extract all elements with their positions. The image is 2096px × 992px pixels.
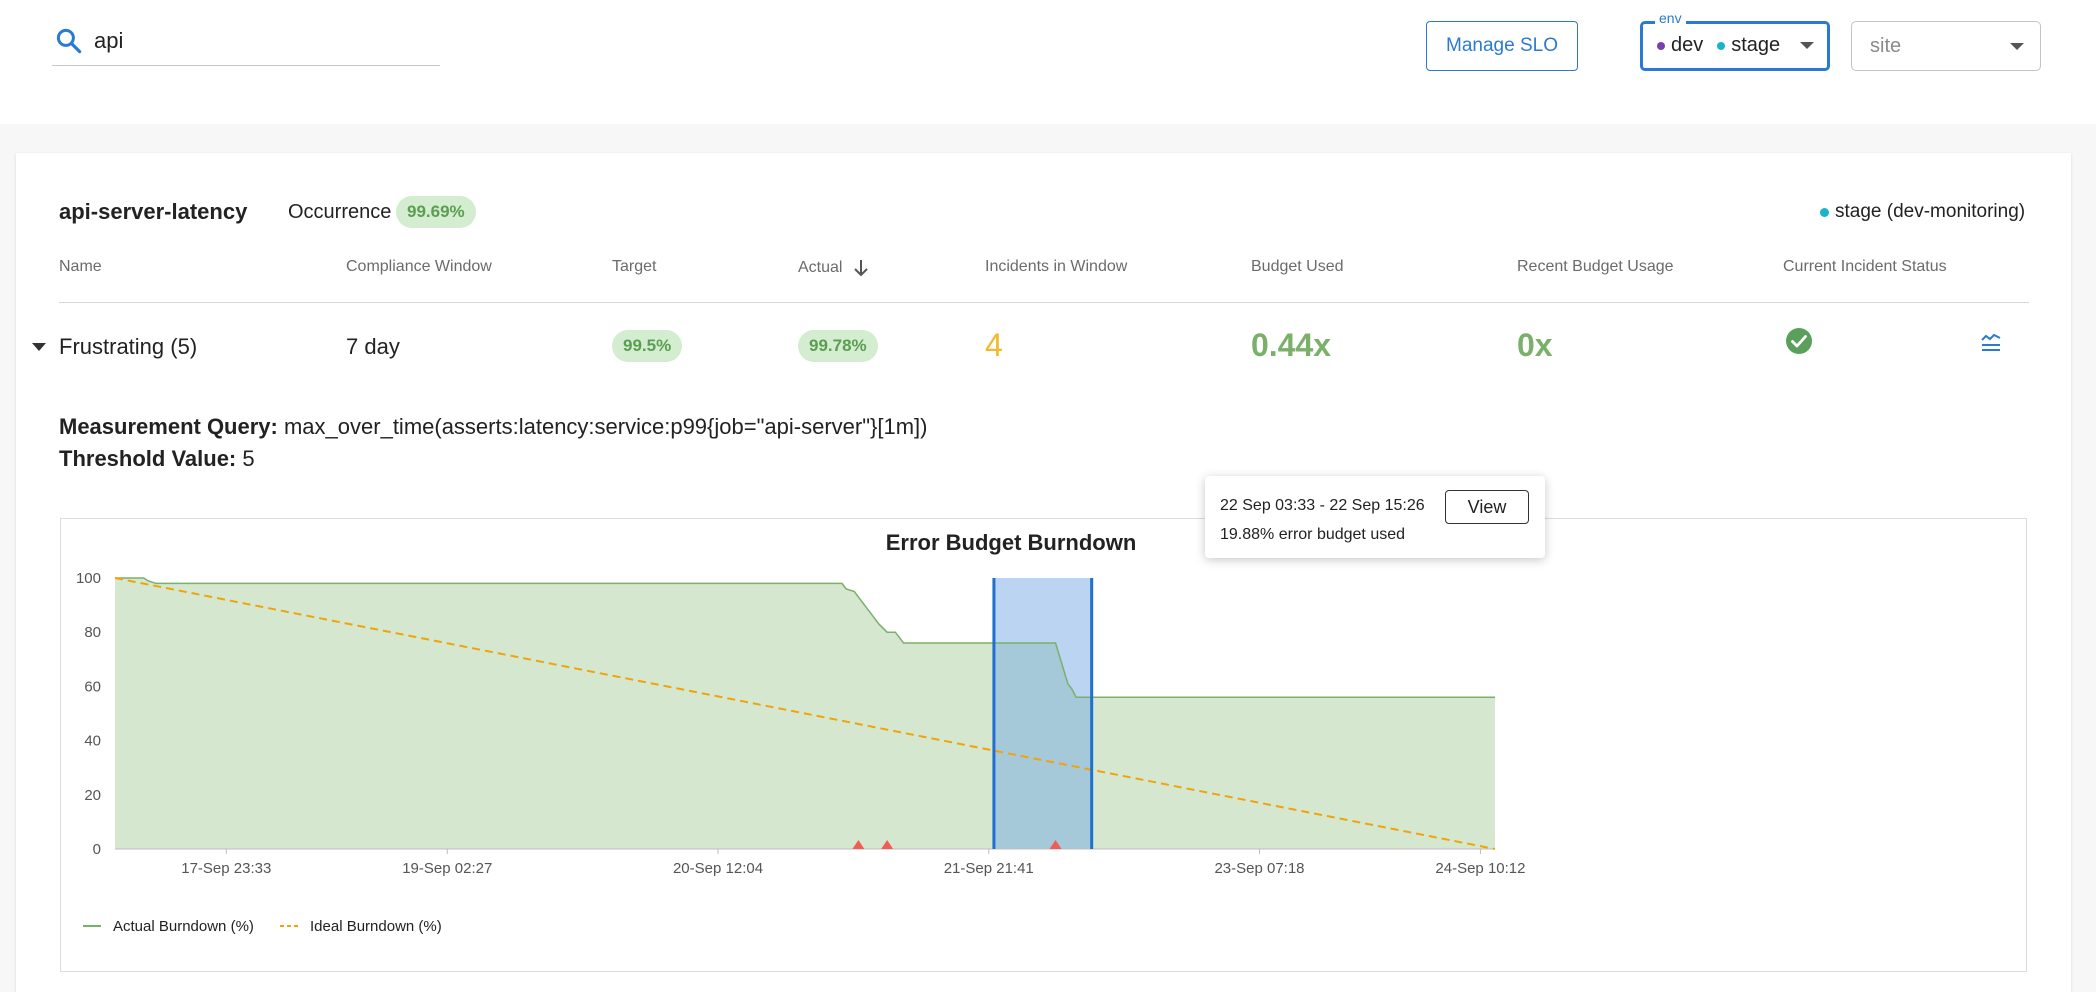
site-select-placeholder: site (1870, 35, 1902, 57)
incident-tooltip: 22 Sep 03:33 - 22 Sep 15:26 19.88% error… (1205, 476, 1545, 558)
top-bar: api Manage SLO env dev stage site (0, 0, 2096, 124)
occurrence-badge: 99.69% (396, 196, 476, 228)
budget-used-value: 0.44x (1251, 327, 1332, 363)
row-name[interactable]: Frustrating (5) (59, 334, 197, 360)
column-header-name[interactable]: Name (59, 258, 102, 276)
env-chip-dev: dev (1657, 34, 1703, 57)
sort-arrow-down-icon[interactable] (852, 258, 870, 278)
occurrence-label: Occurrence (288, 201, 392, 223)
search-input[interactable]: api (52, 22, 440, 66)
y-tick-label: 40 (84, 733, 101, 750)
recent-usage-value: 0x (1517, 327, 1553, 363)
env-chip-stage: stage (1717, 34, 1780, 57)
check-circle-icon (1786, 328, 1812, 354)
chart-title: Error Budget Burndown (886, 530, 1137, 555)
threshold-number: 5 (242, 446, 255, 471)
search-query: api (94, 28, 124, 53)
tooltip-budget-used: 19.88% error budget used (1220, 526, 1406, 543)
column-header-window[interactable]: Compliance Window (346, 258, 492, 276)
burndown-chart: Error Budget Burndown 0 20 40 60 80 100 17-Sep … (60, 518, 2027, 972)
view-incident-button[interactable]: View (1445, 490, 1529, 524)
column-header-recent-usage[interactable]: Recent Budget Usage (1517, 258, 1674, 276)
stage-dot-icon (1717, 41, 1726, 50)
table-divider (59, 302, 2029, 303)
y-tick-label: 20 (84, 787, 101, 804)
trend-chart-icon[interactable] (1980, 331, 2002, 353)
column-header-actual[interactable]: Actual (798, 258, 870, 278)
env-chip-label: dev (1671, 34, 1704, 56)
incident-highlight-band (993, 578, 1092, 849)
burndown-chart-svg: Error Budget Burndown 0 20 40 60 80 100 17-Sep … (76, 530, 1526, 935)
column-header-label: Incidents in Window (985, 258, 1128, 275)
x-tick-label: 24-Sep 10:12 (1435, 860, 1525, 877)
column-header-label: Budget Used (1251, 258, 1344, 275)
chevron-down-icon[interactable] (1800, 42, 1814, 49)
column-header-label: Actual (798, 259, 843, 276)
x-tick-label: 23-Sep 07:18 (1214, 860, 1304, 877)
legend-actual-label: Actual Burndown (%) (113, 918, 254, 935)
actual-badge: 99.78% (798, 330, 878, 362)
x-tick-label: 20-Sep 12:04 (673, 860, 763, 877)
y-tick-label: 0 (93, 841, 101, 858)
env-tag-label: stage (dev-monitoring) (1835, 201, 2026, 222)
dev-dot-icon (1657, 41, 1665, 50)
column-header-label: Current Incident Status (1783, 258, 1947, 275)
search-icon (56, 28, 82, 54)
measurement-query-label: Measurement Query: (59, 414, 278, 439)
column-header-budget-used[interactable]: Budget Used (1251, 258, 1344, 276)
y-tick-label: 60 (84, 678, 101, 695)
env-tag: stage (dev-monitoring) (1820, 201, 2025, 223)
stage-dot-icon (1820, 207, 1829, 217)
column-header-label: Name (59, 258, 102, 275)
slo-name: api-server-latency (59, 199, 248, 224)
target-badge: 99.5% (612, 330, 683, 362)
column-header-label: Recent Budget Usage (1517, 258, 1674, 275)
expand-caret-icon[interactable] (32, 343, 46, 351)
x-tick-label: 19-Sep 02:27 (402, 860, 492, 877)
env-select[interactable]: env dev stage (1640, 10, 1830, 71)
manage-slo-button[interactable]: Manage SLO (1426, 21, 1578, 71)
threshold-value: Threshold Value: 5 (59, 446, 255, 472)
x-tick-label: 17-Sep 23:33 (181, 860, 271, 877)
threshold-label: Threshold Value: (59, 446, 237, 471)
measurement-query: Measurement Query: max_over_time(asserts… (59, 414, 927, 440)
legend-ideal-label: Ideal Burndown (%) (310, 918, 442, 935)
measurement-query-value: max_over_time(asserts:latency:service:p9… (283, 414, 928, 439)
incidents-count: 4 (985, 327, 1003, 363)
column-header-incident-status[interactable]: Current Incident Status (1783, 258, 1947, 276)
row-window: 7 day (346, 334, 400, 359)
tooltip-range: 22 Sep 03:33 - 22 Sep 15:26 (1220, 497, 1425, 514)
env-chip-label: stage (1731, 34, 1781, 56)
column-header-incidents[interactable]: Incidents in Window (985, 258, 1127, 276)
column-header-label: Compliance Window (346, 258, 492, 275)
x-tick-label: 21-Sep 21:41 (944, 860, 1034, 877)
chevron-down-icon[interactable] (2010, 43, 2024, 50)
column-header-target[interactable]: Target (612, 258, 656, 276)
y-tick-label: 100 (76, 570, 101, 587)
column-header-label: Target (612, 258, 657, 275)
site-select[interactable]: site (1851, 21, 2041, 71)
env-select-legend: env (1655, 10, 1686, 26)
y-tick-label: 80 (84, 624, 101, 641)
